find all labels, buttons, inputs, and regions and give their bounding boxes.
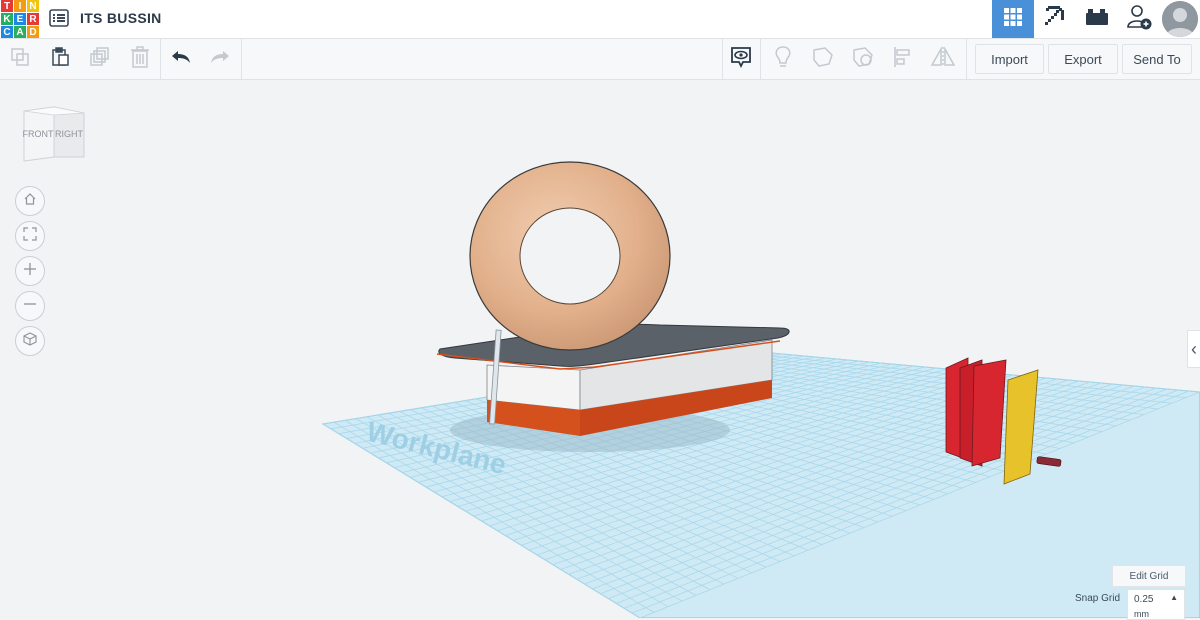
view-cube[interactable]: FRONT RIGHT — [22, 105, 86, 165]
duplicate-button[interactable] — [86, 45, 114, 73]
grid-view-button[interactable] — [992, 0, 1034, 38]
toolbar-divider — [760, 39, 761, 79]
logo-tile: I — [14, 0, 26, 12]
minecraft-view-button[interactable] — [1034, 0, 1076, 38]
solid-shape-icon — [811, 46, 835, 73]
redo-icon — [209, 49, 231, 70]
undo-button[interactable] — [167, 45, 195, 73]
dropdown-arrow-icon: ▲ — [1170, 593, 1178, 602]
toolbar-divider — [722, 39, 723, 79]
copy-button[interactable] — [6, 45, 34, 73]
align-button[interactable] — [889, 45, 917, 73]
panel-collapse-button[interactable]: ‹ — [1187, 330, 1200, 368]
logo-tile: C — [1, 26, 13, 38]
red-panels[interactable] — [945, 357, 1007, 467]
hole-shape-icon — [851, 46, 875, 73]
list-icon[interactable] — [49, 9, 69, 27]
align-icon — [892, 46, 914, 73]
fit-all-button[interactable] — [15, 221, 45, 251]
hole-shape-button[interactable] — [849, 45, 877, 73]
logo-tile: E — [14, 13, 26, 25]
add-user-icon — [1125, 3, 1153, 36]
top-bar: TIN KER CAD ITS BUSSIN — [0, 0, 1200, 39]
zoom-out-button[interactable] — [15, 291, 45, 321]
logo-tile: A — [14, 26, 26, 38]
toolbar-divider — [160, 39, 161, 79]
logo-tile: R — [27, 13, 39, 25]
logo-tile: D — [27, 26, 39, 38]
view-cube-front: FRONT — [23, 129, 54, 139]
edit-toolbar: Import Export Send To — [0, 39, 1200, 80]
notes-button[interactable] — [727, 45, 755, 73]
snap-grid-select[interactable]: 0.25 mm ▲ — [1127, 589, 1185, 620]
snap-grid-label: Snap Grid — [1075, 593, 1121, 604]
fit-all-icon — [23, 226, 37, 246]
pickaxe-icon — [1042, 4, 1068, 35]
paste-icon — [50, 46, 70, 72]
undo-icon — [170, 49, 192, 70]
home-view-button[interactable] — [15, 186, 45, 216]
chevron-left-icon: ‹ — [1191, 338, 1197, 359]
perspective-icon — [23, 331, 37, 351]
logo-tile: T — [1, 0, 13, 12]
toolbar-divider — [241, 39, 242, 79]
mirror-button[interactable] — [929, 45, 957, 73]
mirror-icon — [930, 45, 956, 73]
zoom-in-button[interactable] — [15, 256, 45, 286]
snap-grid-value: 0.25 — [1134, 594, 1154, 605]
donut-torus[interactable] — [469, 161, 671, 351]
design-title[interactable]: ITS BUSSIN — [80, 10, 162, 26]
logo-tile: K — [1, 13, 13, 25]
tinkercad-logo[interactable]: TIN KER CAD — [1, 0, 39, 38]
copy-icon — [10, 47, 30, 72]
edit-grid-button[interactable]: Edit Grid — [1112, 565, 1186, 587]
brick-icon — [1085, 8, 1109, 31]
light-bulb-icon — [773, 45, 793, 74]
export-button[interactable]: Export — [1048, 44, 1118, 74]
light-bulb-button[interactable] — [769, 45, 797, 73]
avatar[interactable] — [1162, 1, 1198, 37]
perspective-button[interactable] — [15, 326, 45, 356]
home-icon — [23, 192, 37, 211]
import-button[interactable]: Import — [975, 44, 1044, 74]
delete-icon — [130, 45, 150, 73]
paste-button[interactable] — [46, 45, 74, 73]
redo-button[interactable] — [206, 45, 234, 73]
zoom-in-icon — [23, 262, 37, 281]
delete-button[interactable] — [126, 45, 154, 73]
solid-shape-button[interactable] — [809, 45, 837, 73]
toolbar-divider — [966, 39, 967, 79]
duplicate-icon — [89, 46, 111, 73]
workplane-viewport[interactable]: Workplane — [0, 80, 1200, 618]
zoom-out-icon — [23, 297, 37, 316]
logo-tile: N — [27, 0, 39, 12]
brick-view-button[interactable] — [1076, 0, 1118, 38]
notes-icon — [729, 45, 753, 74]
grid-view-icon — [1003, 7, 1023, 32]
add-user-button[interactable] — [1118, 0, 1160, 38]
view-cube-right: RIGHT — [55, 129, 84, 139]
send-to-button[interactable]: Send To — [1122, 44, 1192, 74]
